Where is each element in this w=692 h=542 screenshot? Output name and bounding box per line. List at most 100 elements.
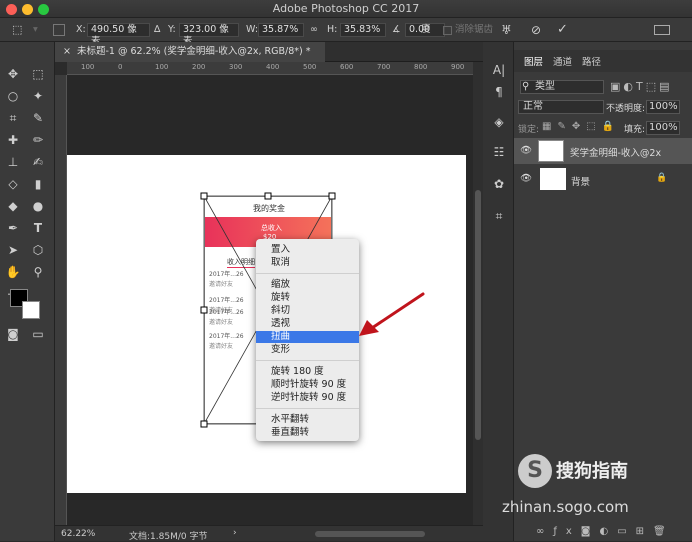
hand-tool-icon[interactable]: ✋ [3, 262, 23, 282]
tools-panel: ✥ ⬚ ○ ✦ ⌗ ✎ ✚ ✏ ⊥ ✍ ◇ ▮ ◆ ● ✒ T ➤ ⬡ ✋ ⚲ … [0, 42, 55, 541]
scrollbar-thumb[interactable] [475, 190, 481, 440]
move-tool-icon[interactable]: ✥ [3, 64, 23, 84]
magic-wand-icon[interactable]: ✦ [28, 86, 48, 106]
w-field[interactable]: 35.87% [258, 23, 304, 37]
brush-tool-icon[interactable]: ✏ [28, 130, 48, 150]
adjustments-icon[interactable]: ☷ [489, 142, 509, 162]
x-label: X: [76, 24, 86, 35]
menu-item[interactable]: 旋转 180 度 [256, 366, 359, 378]
ruler-tick-label: 500 [303, 63, 317, 71]
menu-item[interactable]: 置入 [256, 244, 359, 256]
close-tab-icon[interactable]: × [63, 46, 71, 57]
marquee-tool-icon[interactable]: ⬚ [28, 64, 48, 84]
y-field[interactable]: 323.00 像素 [179, 23, 239, 47]
eye-icon[interactable]: 👁 [520, 145, 532, 156]
vertical-scrollbar[interactable] [473, 62, 483, 525]
warp-mode-icon[interactable]: ♅ [501, 23, 512, 37]
document-tab[interactable]: × 未标题-1 @ 62.2% (奖学金明细-收入@2x, RGB/8*) * [55, 42, 325, 62]
reference-point-icon[interactable] [53, 24, 65, 36]
commit-transform-icon[interactable]: ✓ [557, 23, 568, 37]
opacity-label: 不透明度: [606, 104, 646, 114]
gradient-tool-icon[interactable]: ▮ [28, 174, 48, 194]
type-tool-icon[interactable]: T [28, 218, 48, 238]
crop-properties-icon[interactable]: ⌗ [489, 206, 509, 226]
crop-tool-icon[interactable]: ⌗ [3, 108, 23, 128]
quick-mask-icon[interactable]: ◙ [3, 324, 23, 344]
antialias-checkbox[interactable] [443, 26, 452, 35]
styles-icon[interactable]: ✿ [489, 174, 509, 194]
h-label: H: [327, 24, 338, 35]
lock-label: 锁定: [518, 125, 540, 135]
menu-item[interactable]: 变形 [256, 344, 359, 356]
fill-field[interactable]: 100% [646, 121, 680, 135]
lock-icons[interactable]: ▦✎✥⬚🔒 [542, 121, 620, 132]
fill-label: 填充: [624, 125, 646, 135]
transform-context-menu: 置入 取消缩放 旋转 斜切 透视 扭曲 变形旋转 180 度顺时针旋转 90 度逆时针旋转 … [256, 239, 359, 441]
menu-item[interactable]: 旋转 [256, 292, 359, 304]
eye-icon[interactable]: 👁 [520, 173, 532, 184]
path-selection-icon[interactable]: ➤ [3, 240, 23, 260]
menu-item[interactable]: 透视 [256, 318, 359, 330]
status-bar: 62.22% 文档:1.85M/0 字节 › [55, 525, 483, 542]
h-field[interactable]: 35.83% [340, 23, 386, 37]
healing-brush-icon[interactable]: ✚ [3, 130, 23, 150]
watermark-brand: S 搜狗指南 [518, 454, 628, 488]
blur-tool-icon[interactable]: ◆ [3, 196, 23, 216]
layers-panel: 图层 通道 路径 类型 ⚲ ▣◐T⬚▤ 正常 不透明度: 100% 锁定: ▦✎… [502, 42, 692, 541]
minimize-window-button[interactable] [22, 4, 33, 15]
zoom-level[interactable]: 62.22% [61, 529, 95, 539]
menu-item[interactable]: 缩放 [256, 279, 359, 291]
zoom-window-button[interactable] [38, 4, 49, 15]
antialias-label: 消除锯齿 [455, 24, 494, 35]
panel-footer-icons[interactable]: ∞ƒx◙◐▭⊞🗑 [536, 526, 675, 537]
tab-layers[interactable]: 图层 [524, 54, 543, 68]
layer-row[interactable]: 👁 背景 🔒 [514, 166, 692, 192]
menu-item[interactable]: 水平翻转 [256, 414, 359, 426]
shape-tool-icon[interactable]: ⬡ [28, 240, 48, 260]
chevron-right-icon[interactable]: › [233, 528, 237, 538]
menu-separator [256, 360, 359, 361]
paragraph-panel-icon[interactable]: ¶ [489, 82, 509, 102]
eraser-tool-icon[interactable]: ◇ [3, 174, 23, 194]
menu-item[interactable]: 顺时针旋转 90 度 [256, 379, 359, 391]
options-bar: ⬚ ▾ X: 490.50 像素 ∆ Y: 323.00 像素 W: 35.87… [0, 18, 692, 47]
ruler-tick-label: 600 [340, 63, 354, 71]
link-icon[interactable]: ∞ [310, 23, 318, 37]
zoom-tool-icon[interactable]: ⚲ [28, 262, 48, 282]
close-window-button[interactable] [6, 4, 17, 15]
dodge-tool-icon[interactable]: ● [28, 196, 48, 216]
layer-row[interactable]: 👁 奖学金明细-收入@2x [514, 138, 692, 164]
transform-tool-icon[interactable]: ⬚ [12, 23, 22, 37]
ruler-tick-label: 800 [414, 63, 428, 71]
menu-item[interactable]: 斜切 [256, 305, 359, 317]
opacity-field[interactable]: 100% [646, 100, 680, 114]
ruler-tick-label: 400 [266, 63, 280, 71]
history-brush-icon[interactable]: ✍ [28, 152, 48, 172]
horizontal-scrollbar[interactable] [315, 531, 425, 537]
tab-channels[interactable]: 通道 [553, 54, 572, 68]
tab-paths[interactable]: 路径 [582, 54, 601, 68]
filter-icons[interactable]: ▣◐T⬚▤ [610, 80, 673, 93]
screen-mode-icon[interactable]: ▭ [28, 324, 48, 344]
document-tab-bar: × 未标题-1 @ 62.2% (奖学金明细-收入@2x, RGB/8*) * [55, 42, 483, 62]
pen-tool-icon[interactable]: ✒ [3, 218, 23, 238]
blend-mode-select[interactable]: 正常 [518, 100, 604, 114]
lasso-tool-icon[interactable]: ○ [3, 86, 23, 106]
chevron-down-icon[interactable]: ▾ [33, 23, 38, 37]
x-field[interactable]: 490.50 像素 [87, 23, 150, 47]
menu-item[interactable]: 取消 [256, 257, 359, 269]
character-panel-icon[interactable]: A| [489, 60, 509, 80]
cancel-transform-icon[interactable]: ⊘ [531, 23, 541, 37]
menu-item[interactable]: 扭曲 [256, 331, 359, 343]
angle-icon: ∡ [392, 24, 401, 35]
workspace-icon[interactable] [654, 25, 670, 35]
menu-item[interactable]: 逆时针旋转 90 度 [256, 392, 359, 404]
delta-icon[interactable]: ∆ [154, 23, 160, 37]
document-size: 文档:1.85M/0 字节 [129, 532, 208, 542]
eyedropper-icon[interactable]: ✎ [28, 108, 48, 128]
layers-stack-icon[interactable]: ◈ [489, 112, 509, 132]
stamp-tool-icon[interactable]: ⊥ [3, 152, 23, 172]
layer-filter-select[interactable]: 类型 [520, 80, 604, 94]
menu-item[interactable]: 垂直翻转 [256, 427, 359, 439]
background-color-swatch[interactable] [22, 301, 40, 319]
